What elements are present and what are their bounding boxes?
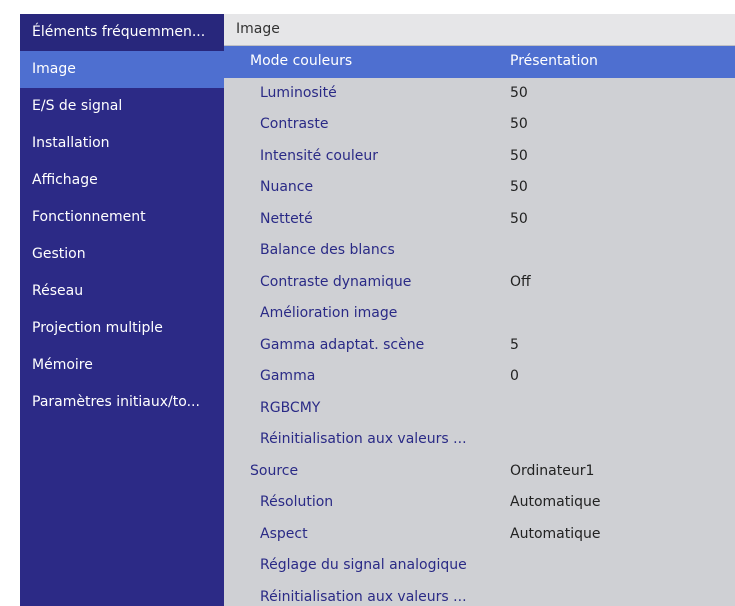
sidebar-item-image[interactable]: Image	[20, 51, 224, 88]
row-label: Réinitialisation aux valeurs ...	[260, 431, 467, 447]
row-contrast[interactable]: Contraste 50	[224, 109, 735, 141]
row-label: Réglage du signal analogique	[260, 557, 467, 573]
row-color-mode[interactable]: Mode couleurs Présentation	[224, 46, 735, 78]
sidebar-item-signal-io[interactable]: E/S de signal	[20, 88, 224, 125]
row-brightness[interactable]: Luminosité 50	[224, 78, 735, 110]
row-rgbcmy[interactable]: RGBCMY	[224, 393, 735, 425]
sidebar-item-multi-projection[interactable]: Projection multiple	[20, 310, 224, 347]
row-scene-adaptive-gamma[interactable]: Gamma adaptat. scène 5	[224, 330, 735, 362]
row-label: Gamma adaptat. scène	[260, 336, 425, 353]
row-value: 5	[510, 336, 519, 353]
row-label: Luminosité	[260, 84, 337, 101]
row-label: Intensité couleur	[260, 147, 378, 164]
row-value: 50	[510, 179, 528, 195]
sidebar-item-frequent[interactable]: Éléments fréquemmen...	[20, 14, 224, 51]
row-reset-source[interactable]: Réinitialisation aux valeurs ...	[224, 582, 735, 606]
row-value: Automatique	[510, 525, 601, 542]
panel-title: Image	[224, 14, 735, 46]
row-label: Nuance	[260, 179, 314, 195]
sidebar-item-management[interactable]: Gestion	[20, 236, 224, 273]
row-label: Aspect	[260, 525, 308, 542]
projector-menu: Éléments fréquemmen... Image E/S de sign…	[20, 14, 735, 606]
row-value: 0	[510, 368, 519, 384]
row-aspect[interactable]: Aspect Automatique	[224, 519, 735, 551]
row-color-saturation[interactable]: Intensité couleur 50	[224, 141, 735, 173]
row-value: Présentation	[510, 53, 598, 69]
row-value: 50	[510, 147, 528, 164]
row-value: 50	[510, 116, 528, 132]
row-image-enhancement[interactable]: Amélioration image	[224, 298, 735, 330]
sidebar-item-memory[interactable]: Mémoire	[20, 347, 224, 384]
row-label: Résolution	[260, 494, 334, 510]
row-value: 50	[510, 84, 528, 101]
row-label: Gamma	[260, 368, 316, 384]
row-label: Amélioration image	[260, 305, 398, 321]
row-label: Netteté	[260, 210, 313, 227]
row-resolution[interactable]: Résolution Automatique	[224, 487, 735, 519]
row-value: Ordinateur1	[510, 462, 595, 479]
row-gamma[interactable]: Gamma 0	[224, 361, 735, 393]
row-value: 50	[510, 210, 528, 227]
row-label: Source	[250, 462, 299, 479]
row-value: Automatique	[510, 494, 601, 510]
row-tint[interactable]: Nuance 50	[224, 172, 735, 204]
sidebar-item-operation[interactable]: Fonctionnement	[20, 199, 224, 236]
settings-panel: Image Mode couleurs Présentation Luminos…	[224, 14, 735, 606]
sidebar-item-display[interactable]: Affichage	[20, 162, 224, 199]
sidebar-item-initial-settings[interactable]: Paramètres initiaux/to...	[20, 384, 224, 421]
row-dynamic-contrast[interactable]: Contraste dynamique Off	[224, 267, 735, 299]
menu-sidebar: Éléments fréquemmen... Image E/S de sign…	[20, 14, 224, 606]
sidebar-item-installation[interactable]: Installation	[20, 125, 224, 162]
row-label: Contraste dynamique	[260, 273, 412, 290]
row-value: Off	[510, 273, 531, 290]
row-analog-signal-adjust[interactable]: Réglage du signal analogique	[224, 550, 735, 582]
row-label: RGBCMY	[260, 399, 321, 416]
row-sharpness[interactable]: Netteté 50	[224, 204, 735, 236]
row-label: Réinitialisation aux valeurs ...	[260, 588, 467, 605]
row-label: Balance des blancs	[260, 242, 395, 258]
row-source[interactable]: Source Ordinateur1	[224, 456, 735, 488]
row-label: Mode couleurs	[250, 53, 353, 69]
row-label: Contraste	[260, 116, 329, 132]
row-white-balance[interactable]: Balance des blancs	[224, 235, 735, 267]
sidebar-item-network[interactable]: Réseau	[20, 273, 224, 310]
row-reset-image[interactable]: Réinitialisation aux valeurs ...	[224, 424, 735, 456]
